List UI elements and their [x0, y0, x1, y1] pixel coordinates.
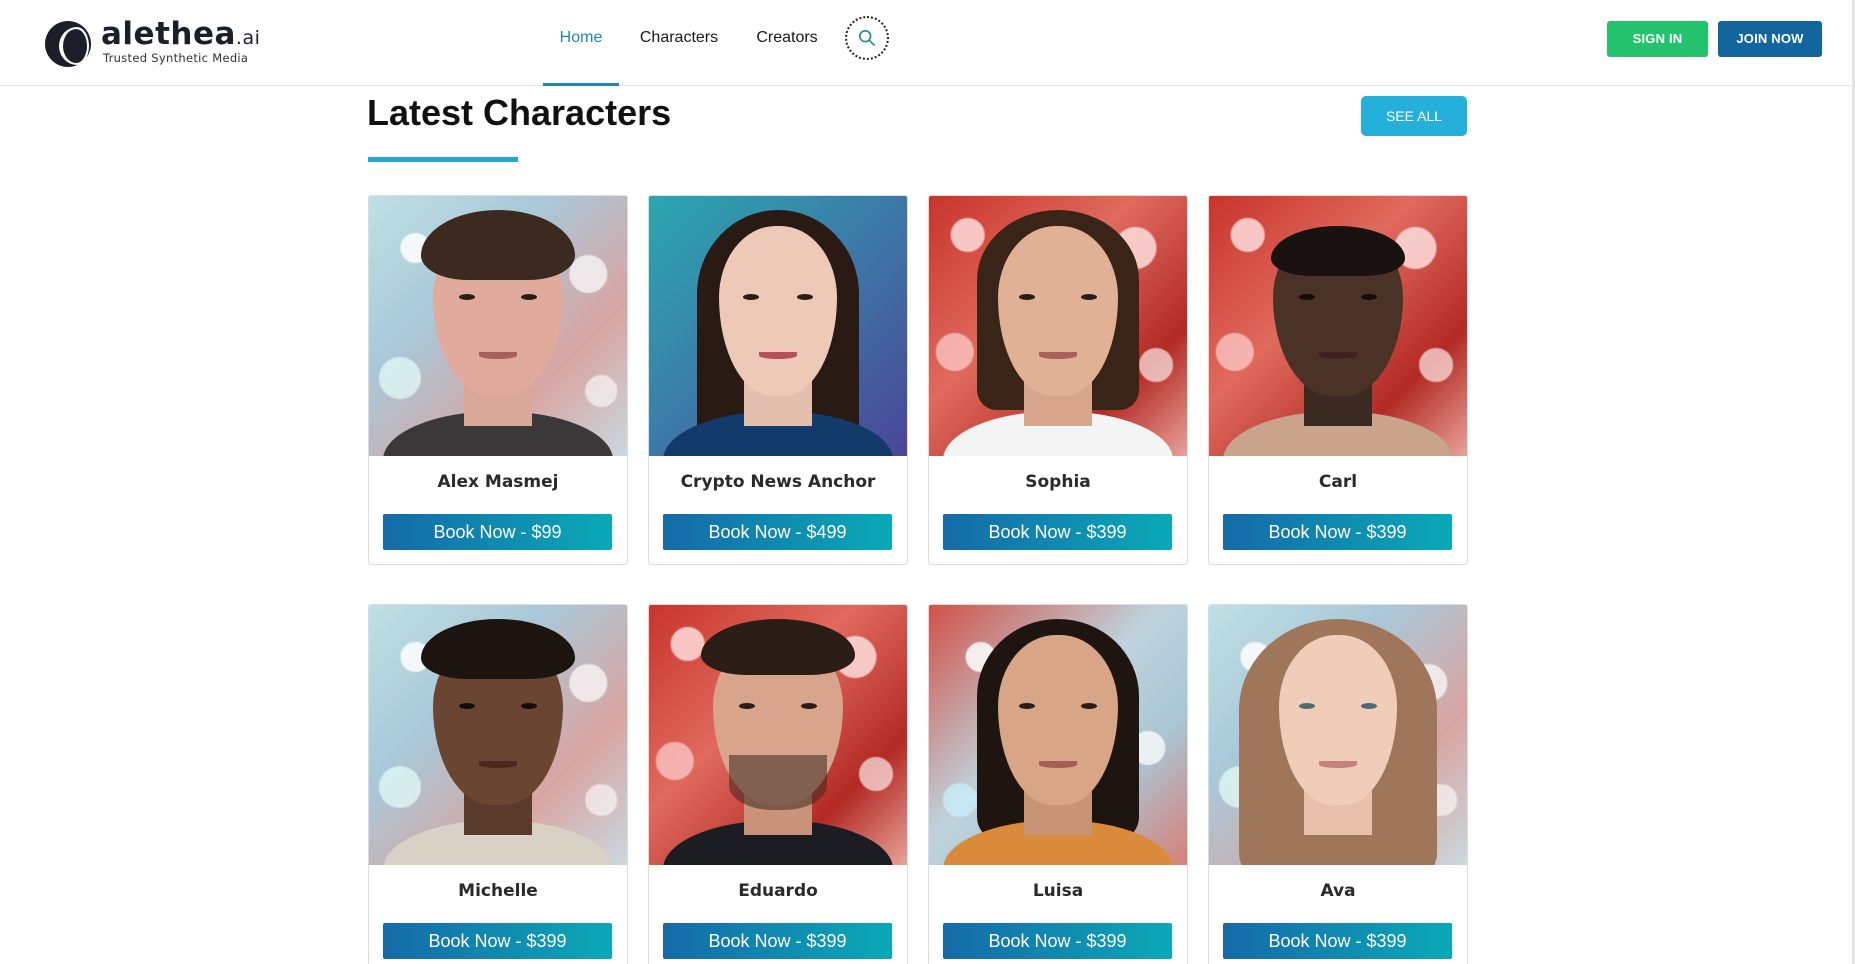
nav-creators[interactable]: Creators	[745, 0, 829, 86]
search-icon	[858, 29, 876, 47]
book-now-button[interactable]: Book Now - $499	[663, 514, 892, 550]
character-portrait	[1209, 605, 1467, 865]
book-now-button[interactable]: Book Now - $399	[383, 923, 612, 959]
nav-home[interactable]: Home	[543, 0, 619, 86]
section-title: Latest Characters	[367, 92, 672, 133]
search-button[interactable]	[845, 16, 889, 60]
character-card[interactable]: Crypto News Anchor Book Now - $499	[648, 195, 908, 565]
character-card[interactable]: Alex Masmej Book Now - $99	[368, 195, 628, 565]
character-portrait	[929, 196, 1187, 456]
character-name: Michelle	[458, 881, 538, 901]
character-portrait	[369, 605, 627, 865]
nav-characters[interactable]: Characters	[628, 0, 730, 86]
brand-logo[interactable]: alethea.ai Trusted Synthetic Media	[45, 16, 275, 68]
head-silhouette-icon	[45, 21, 91, 67]
character-portrait	[1209, 196, 1467, 456]
see-all-button[interactable]: SEE ALL	[1361, 96, 1467, 136]
character-card[interactable]: Sophia Book Now - $399	[928, 195, 1188, 565]
book-now-button[interactable]: Book Now - $399	[663, 923, 892, 959]
character-portrait	[929, 605, 1187, 865]
character-portrait	[369, 196, 627, 456]
character-portrait	[649, 605, 907, 865]
character-name: Eduardo	[738, 881, 818, 901]
book-now-button[interactable]: Book Now - $399	[1223, 923, 1452, 959]
character-card[interactable]: Michelle Book Now - $399	[368, 604, 628, 964]
character-name: Crypto News Anchor	[680, 472, 876, 492]
character-card[interactable]: Luisa Book Now - $399	[928, 604, 1188, 964]
character-name: Alex Masmej	[437, 472, 559, 492]
sign-in-button[interactable]: SIGN IN	[1607, 21, 1708, 57]
character-name: Carl	[1318, 472, 1358, 492]
character-name: Luisa	[1032, 881, 1084, 901]
book-now-button[interactable]: Book Now - $399	[943, 923, 1172, 959]
character-card[interactable]: Carl Book Now - $399	[1208, 195, 1468, 565]
character-name: Ava	[1320, 881, 1356, 901]
title-underline	[368, 157, 518, 162]
character-portrait	[649, 196, 907, 456]
book-now-button[interactable]: Book Now - $399	[943, 514, 1172, 550]
book-now-button[interactable]: Book Now - $99	[383, 514, 612, 550]
book-now-button[interactable]: Book Now - $399	[1223, 514, 1452, 550]
join-now-button[interactable]: JOIN NOW	[1718, 21, 1822, 57]
brand-tagline: Trusted Synthetic Media	[103, 51, 249, 65]
character-name: Sophia	[1025, 472, 1091, 492]
character-card[interactable]: Ava Book Now - $399	[1208, 604, 1468, 964]
brand-wordmark: alethea.ai	[101, 16, 261, 52]
character-card[interactable]: Eduardo Book Now - $399	[648, 604, 908, 964]
site-header: alethea.ai Trusted Synthetic Media Home …	[0, 0, 1852, 86]
